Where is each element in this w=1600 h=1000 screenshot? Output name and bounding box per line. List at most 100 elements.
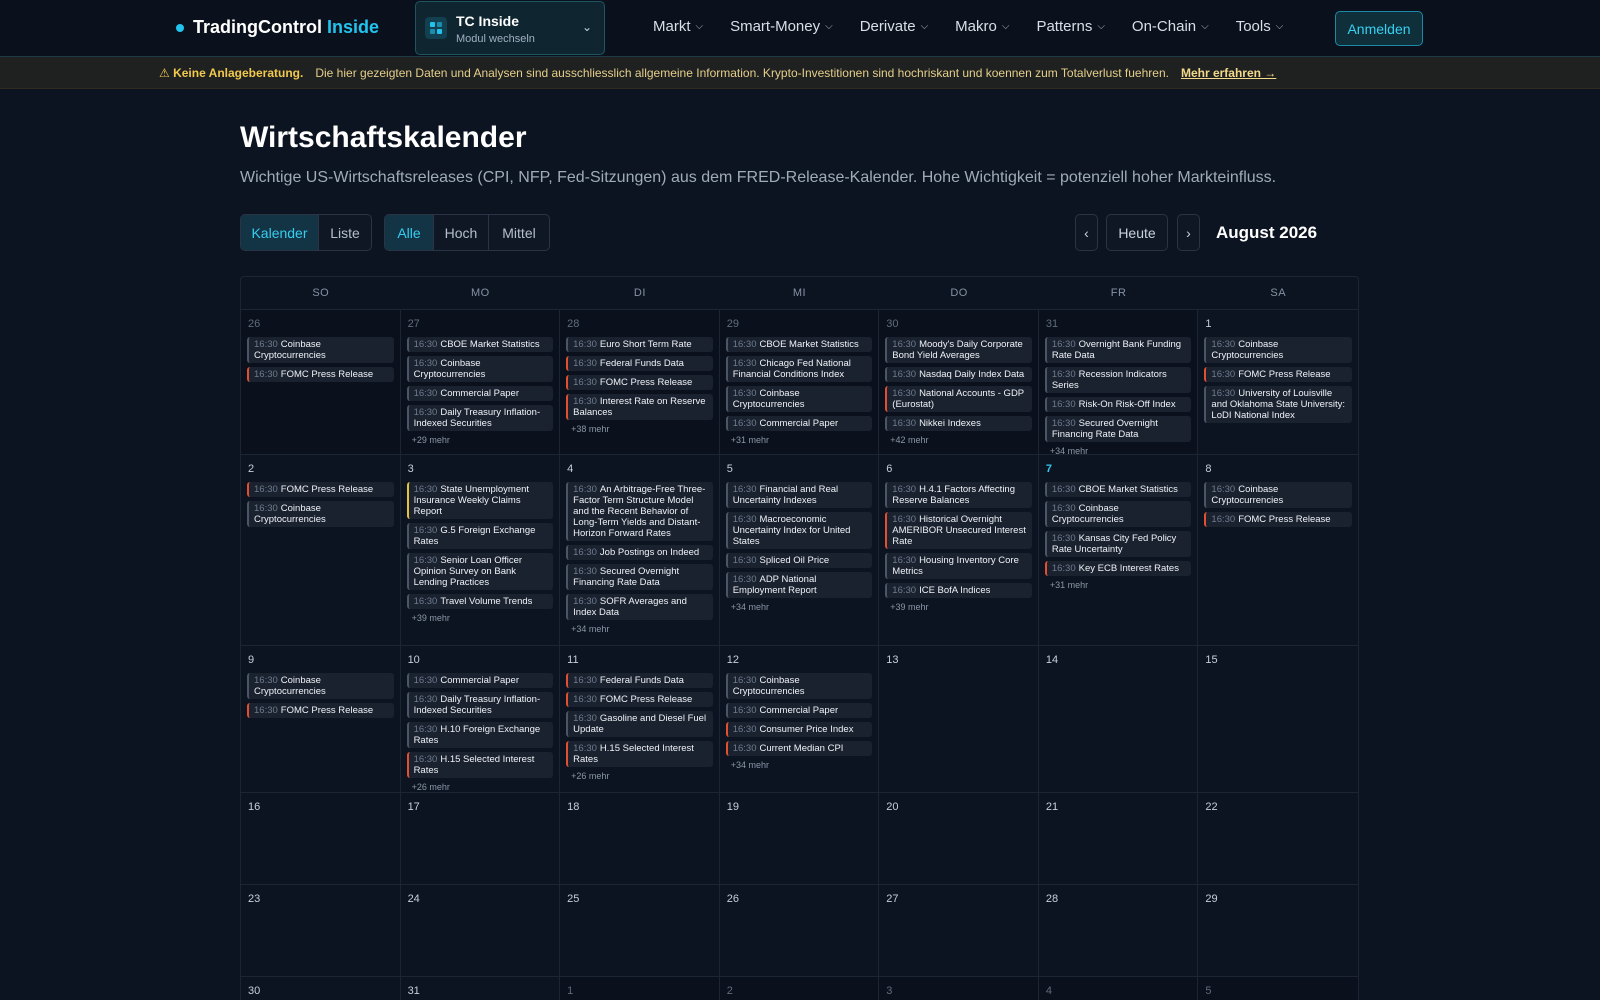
calendar-day[interactable]: 20 — [879, 793, 1039, 884]
learn-more-link[interactable]: Mehr erfahren → — [1181, 66, 1276, 80]
more-events-link[interactable]: +26 mehr — [412, 782, 554, 792]
calendar-day[interactable]: 26 16:30 Coinbase Cryptocurrencies 16:30 FOM… — [241, 310, 401, 454]
calendar-event[interactable]: 16:30 Recession Indicators Series — [1044, 367, 1192, 393]
more-events-link[interactable]: +38 mehr — [571, 424, 713, 434]
calendar-event[interactable]: 16:30 Interest Rate on Reserve Balances — [566, 394, 713, 420]
calendar-day[interactable]: 15 — [1198, 646, 1358, 792]
calendar-event[interactable]: 16:30 Chicago Fed National Financial Cond… — [725, 356, 873, 382]
login-button[interactable]: Anmelden — [1335, 11, 1423, 46]
calendar-day[interactable]: 28 — [1039, 885, 1199, 976]
calendar-event[interactable]: 16:30 FOMC Press Release — [1204, 367, 1352, 382]
calendar-event[interactable]: 16:30 Coinbase Cryptocurrencies — [406, 356, 554, 382]
calendar-event[interactable]: 16:30 National Accounts - GDP (Eurostat) — [885, 386, 1032, 412]
calendar-event[interactable]: 16:30 Job Postings on Indeed — [566, 545, 713, 560]
calendar-event[interactable]: 16:30 Historical Overnight AMERIBOR Unsec… — [885, 512, 1032, 549]
calendar-event[interactable]: 16:30 An Arbitrage-Free Three-Factor Term… — [566, 482, 713, 541]
calendar-day[interactable]: 2 16:30 FOMC Press Release 16:30 Coinbase Cr… — [241, 455, 401, 645]
calendar-event[interactable]: 16:30 Coinbase Cryptocurrencies — [247, 337, 394, 363]
calendar-day[interactable]: 5 — [1198, 977, 1358, 1000]
nav-tools[interactable]: Tools ⌵ — [1236, 18, 1284, 35]
calendar-event[interactable]: 16:30 H.15 Selected Interest Rates — [406, 752, 554, 778]
calendar-event[interactable]: 16:30 Euro Short Term Rate — [566, 337, 713, 352]
calendar-event[interactable]: 16:30 Kansas City Fed Policy Rate Uncerta… — [1044, 531, 1192, 557]
calendar-event[interactable]: 16:30 Coinbase Cryptocurrencies — [247, 673, 394, 699]
calendar-event[interactable]: 16:30 Secured Overnight Financing Rate Da… — [1044, 416, 1192, 442]
calendar-day[interactable]: 23 — [241, 885, 401, 976]
next-month-button[interactable]: › — [1177, 214, 1200, 251]
nav-smart-money[interactable]: Smart-Money ⌵ — [730, 18, 833, 35]
more-events-link[interactable]: +34 mehr — [571, 624, 713, 634]
calendar-event[interactable]: 16:30 FOMC Press Release — [566, 375, 713, 390]
calendar-day[interactable]: 6 16:30 H.4.1 Factors Affecting Reserve Ba… — [879, 455, 1039, 645]
calendar-event[interactable]: 16:30 Federal Funds Data — [566, 356, 713, 371]
calendar-event[interactable]: 16:30 Commercial Paper — [725, 703, 873, 718]
calendar-event[interactable]: 16:30 FOMC Press Release — [247, 367, 394, 382]
calendar-event[interactable]: 16:30 Commercial Paper — [725, 416, 873, 431]
calendar-event[interactable]: 16:30 SOFR Averages and Index Data — [566, 594, 713, 620]
calendar-day[interactable]: 24 — [401, 885, 561, 976]
module-switcher[interactable]: TC Inside Modul wechseln ⌄ — [415, 1, 605, 55]
calendar-day[interactable]: 3 16:30 State Unemployment Insurance Weekl… — [401, 455, 561, 645]
more-events-link[interactable]: +34 mehr — [1050, 446, 1192, 454]
calendar-event[interactable]: 16:30 G.5 Foreign Exchange Rates — [406, 523, 554, 549]
calendar-event[interactable]: 16:30 Commercial Paper — [406, 386, 554, 401]
calendar-day-today[interactable]: 7 16:30 CBOE Market Statistics 16:30 Coinbas… — [1039, 455, 1199, 645]
calendar-event[interactable]: 16:30 Nasdaq Daily Index Data — [885, 367, 1032, 382]
calendar-event[interactable]: 16:30 H.15 Selected Interest Rates — [566, 741, 713, 767]
calendar-day[interactable]: 17 — [401, 793, 561, 884]
calendar-event[interactable]: 16:30 Secured Overnight Financing Rate Da… — [566, 564, 713, 590]
more-events-link[interactable]: +34 mehr — [731, 602, 873, 612]
calendar-event[interactable]: 16:30 Moody's Daily Corporate Bond Yield … — [885, 337, 1032, 363]
brand-logo[interactable]: TradingControl Inside — [176, 17, 379, 38]
calendar-day[interactable]: 30 — [241, 977, 401, 1000]
calendar-event[interactable]: 16:30 H.4.1 Factors Affecting Reserve Bal… — [885, 482, 1032, 508]
calendar-event[interactable]: 16:30 State Unemployment Insurance Weekly… — [406, 482, 554, 519]
calendar-day[interactable]: 8 16:30 Coinbase Cryptocurrencies 16:30 FOMC… — [1198, 455, 1358, 645]
prev-month-button[interactable]: ‹ — [1075, 214, 1098, 251]
calendar-event[interactable]: 16:30 ICE BofA Indices — [885, 583, 1032, 598]
calendar-day[interactable]: 1 16:30 Coinbase Cryptocurrencies 16:30 FOMC… — [1198, 310, 1358, 454]
more-events-link[interactable]: +39 mehr — [890, 602, 1032, 612]
calendar-event[interactable]: 16:30 Consumer Price Index — [725, 722, 873, 737]
calendar-event[interactable]: 16:30 Coinbase Cryptocurrencies — [725, 673, 873, 699]
calendar-day[interactable]: 5 16:30 Financial and Real Uncertainty Ind… — [720, 455, 880, 645]
calendar-day[interactable]: 12 16:30 Coinbase Cryptocurrencies 16:30 Com… — [720, 646, 880, 792]
filter-high-button[interactable]: Hoch — [434, 215, 489, 250]
filter-all-button[interactable]: Alle — [385, 215, 434, 250]
calendar-event[interactable]: 16:30 Senior Loan Officer Opinion Survey … — [406, 553, 554, 590]
filter-medium-button[interactable]: Mittel — [489, 215, 549, 250]
calendar-day[interactable]: 4 — [1038, 977, 1199, 1000]
more-events-link[interactable]: +31 mehr — [1050, 580, 1192, 590]
more-events-link[interactable]: +34 mehr — [731, 760, 873, 770]
calendar-event[interactable]: 16:30 Daily Treasury Inflation-Indexed Se… — [406, 692, 554, 718]
calendar-day[interactable]: 3 — [879, 977, 1039, 1000]
calendar-event[interactable]: 16:30 CBOE Market Statistics — [1044, 482, 1192, 497]
calendar-day[interactable]: 11 16:30 Federal Funds Data 16:30 FOMC Press… — [560, 646, 720, 792]
calendar-event[interactable]: 16:30 CBOE Market Statistics — [406, 337, 554, 352]
calendar-day[interactable]: 4 16:30 An Arbitrage-Free Three-Factor Ter… — [560, 455, 720, 645]
calendar-event[interactable]: 16:30 Housing Inventory Core Metrics — [885, 553, 1032, 579]
calendar-day[interactable]: 27 — [879, 885, 1039, 976]
calendar-event[interactable]: 16:30 Coinbase Cryptocurrencies — [1044, 501, 1192, 527]
calendar-event[interactable]: 16:30 FOMC Press Release — [247, 482, 394, 497]
calendar-event[interactable]: 16:30 Spliced Oil Price — [725, 553, 873, 568]
more-events-link[interactable]: +39 mehr — [412, 613, 554, 623]
nav-patterns[interactable]: Patterns ⌵ — [1036, 18, 1104, 35]
calendar-day[interactable]: 31 16:30 Overnight Bank Funding Rate Data 1… — [1038, 310, 1199, 454]
calendar-event[interactable]: 16:30 Key ECB Interest Rates — [1044, 561, 1192, 576]
calendar-day[interactable]: 30 16:30 Moody's Daily Corporate Bond Yiel… — [879, 310, 1039, 454]
calendar-event[interactable]: 16:30 FOMC Press Release — [566, 692, 713, 707]
calendar-day[interactable]: 10 16:30 Commercial Paper 16:30 Daily Treasu… — [401, 646, 561, 792]
calendar-day[interactable]: 2 — [719, 977, 880, 1000]
calendar-event[interactable]: 16:30 ADP National Employment Report — [725, 572, 873, 598]
nav-markt[interactable]: Markt ⌵ — [653, 18, 703, 35]
calendar-day[interactable]: 29 — [1198, 885, 1358, 976]
calendar-event[interactable]: 16:30 Coinbase Cryptocurrencies — [1204, 482, 1352, 508]
calendar-day[interactable]: 14 — [1039, 646, 1199, 792]
calendar-event[interactable]: 16:30 Gasoline and Diesel Fuel Update — [566, 711, 713, 737]
view-calendar-button[interactable]: Kalender — [241, 215, 319, 250]
calendar-event[interactable]: 16:30 Financial and Real Uncertainty Inde… — [725, 482, 873, 508]
calendar-event[interactable]: 16:30 Risk-On Risk-Off Index — [1044, 397, 1192, 412]
calendar-event[interactable]: 16:30 Coinbase Cryptocurrencies — [725, 386, 873, 412]
nav-on-chain[interactable]: On-Chain ⌵ — [1132, 18, 1209, 35]
